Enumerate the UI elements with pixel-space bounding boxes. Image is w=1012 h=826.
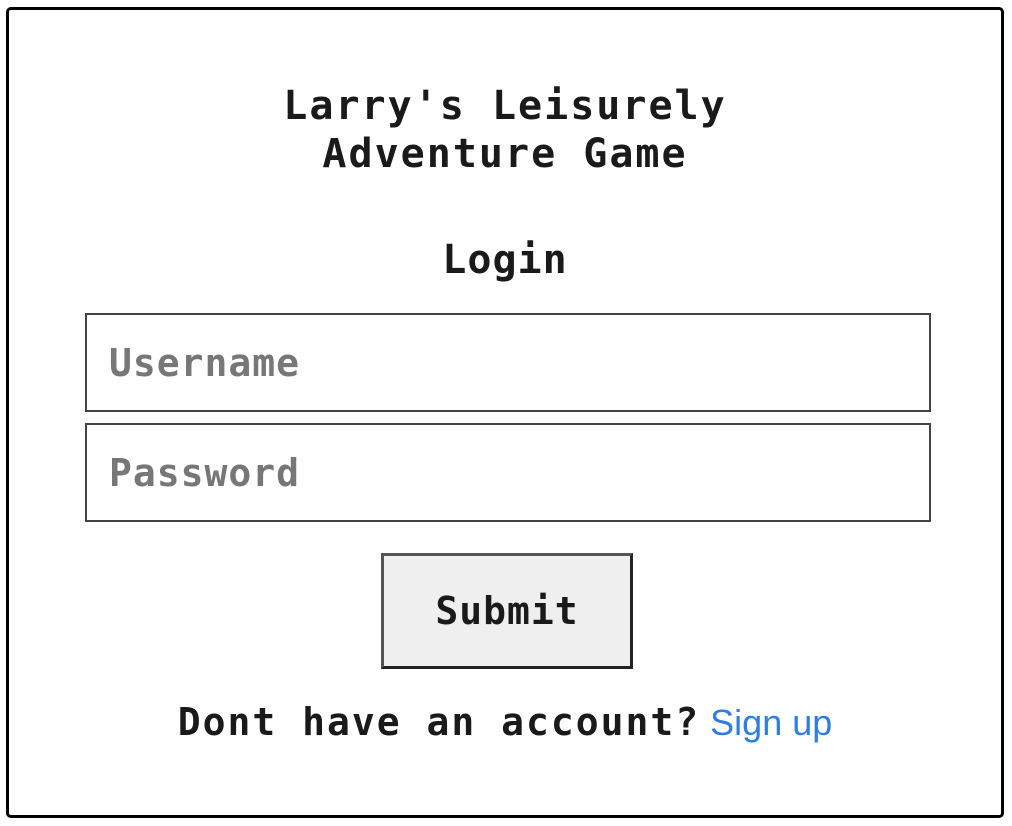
title-line-2: Adventure Game [322, 131, 688, 177]
submit-button[interactable]: Submit [381, 553, 633, 669]
page-title: Larry's Leisurely Adventure Game [9, 82, 1001, 178]
signup-row: Dont have an account? Sign up [9, 700, 1001, 744]
title-line-1: Larry's Leisurely [283, 83, 727, 129]
login-card: Larry's Leisurely Adventure Game Login S… [6, 7, 1004, 818]
signup-link[interactable]: Sign up [710, 702, 832, 743]
signup-prompt: Dont have an account? [177, 700, 701, 744]
username-input[interactable] [85, 313, 931, 412]
password-input[interactable] [85, 423, 931, 522]
login-heading: Login [442, 237, 568, 283]
